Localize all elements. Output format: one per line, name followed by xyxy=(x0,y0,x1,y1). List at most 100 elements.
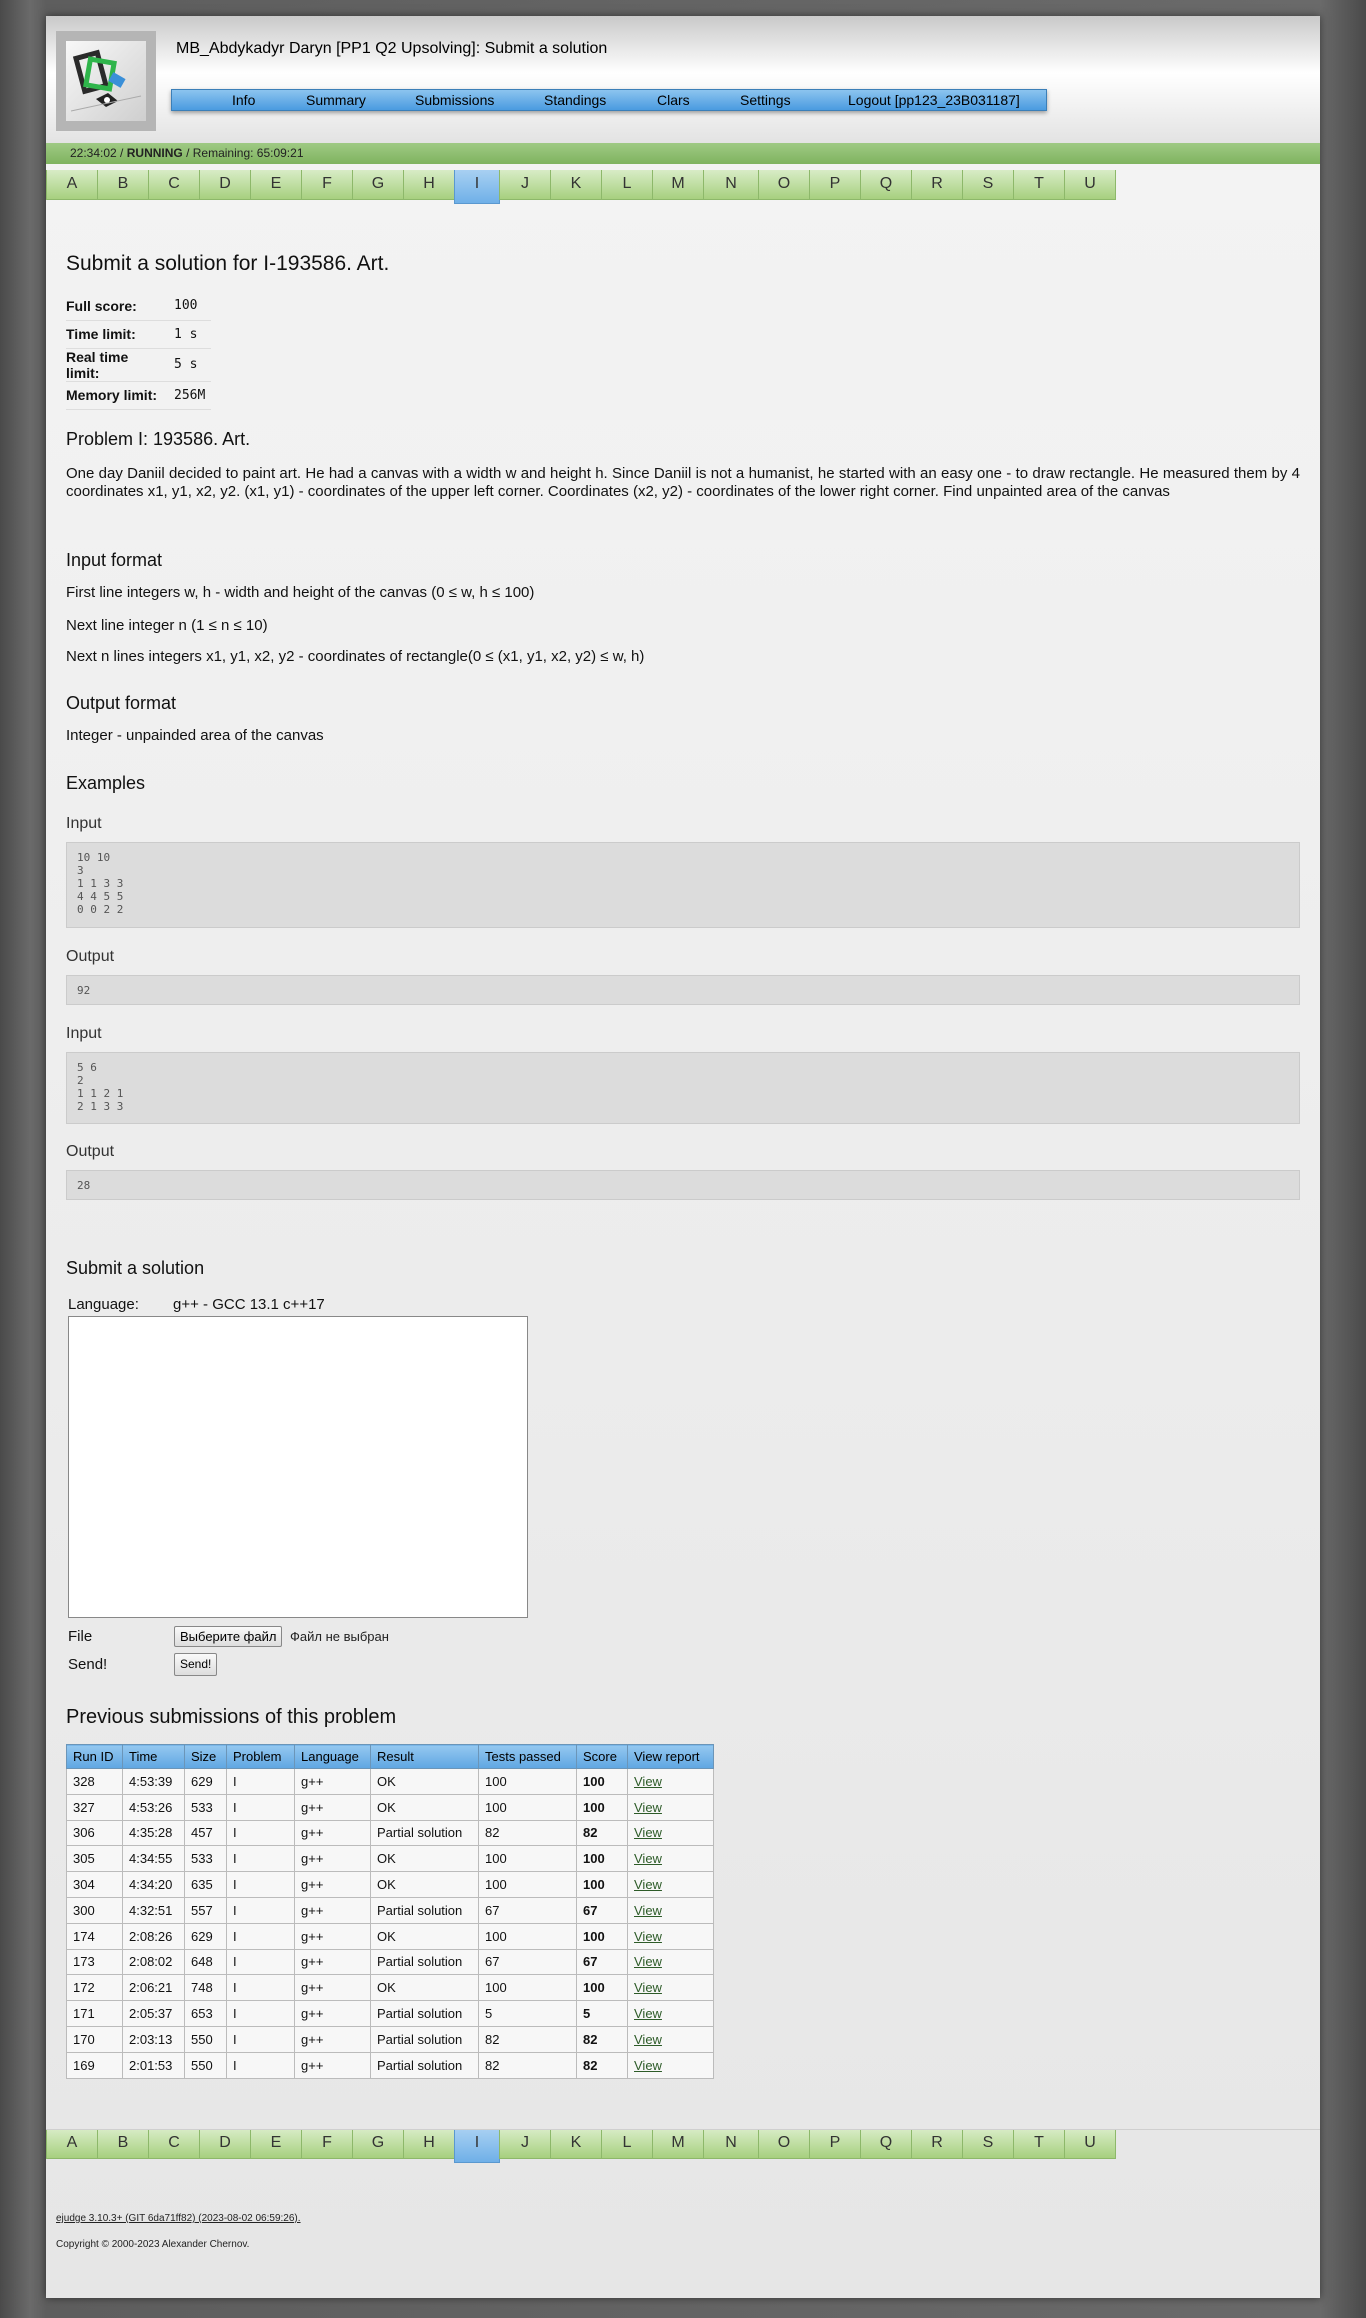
problem-tab-b[interactable]: B xyxy=(97,170,149,200)
problem-tab-e[interactable]: E xyxy=(250,170,302,200)
problem-tab-k[interactable]: K xyxy=(550,2129,602,2159)
cell-score: 82 xyxy=(576,2051,628,2079)
contest-state: RUNNING xyxy=(126,146,183,160)
problem-tab-h[interactable]: H xyxy=(403,170,455,200)
cell-problem: I xyxy=(226,1922,295,1950)
problem-tab-n[interactable]: N xyxy=(703,170,759,200)
problem-tab-f[interactable]: F xyxy=(301,2129,353,2159)
problem-tab-q[interactable]: Q xyxy=(860,2129,912,2159)
view-report-link[interactable]: View xyxy=(634,2006,662,2021)
menu-clars[interactable]: Clars xyxy=(657,92,690,108)
table-row: 172 2:06:21 748 Ig++ OK 100 100 View xyxy=(66,1974,714,2002)
problem-tab-s[interactable]: S xyxy=(962,2129,1014,2159)
problem-tab-j[interactable]: J xyxy=(499,2129,551,2159)
problem-tab-s[interactable]: S xyxy=(962,170,1014,200)
problem-tab-m[interactable]: M xyxy=(652,2129,704,2159)
problem-tab-a[interactable]: A xyxy=(46,2129,98,2159)
view-report-link[interactable]: View xyxy=(634,2058,662,2073)
problem-tab-q[interactable]: Q xyxy=(860,170,912,200)
problem-tab-t[interactable]: T xyxy=(1013,2129,1065,2159)
menu-summary[interactable]: Summary xyxy=(306,92,366,108)
view-report-link[interactable]: View xyxy=(634,1903,662,1918)
cell-tests-passed: 100 xyxy=(478,1871,577,1898)
problem-tab-r[interactable]: R xyxy=(911,170,963,200)
menu-submissions[interactable]: Submissions xyxy=(415,92,494,108)
examples-heading: Examples xyxy=(66,773,146,793)
send-button[interactable]: Send! xyxy=(174,1653,218,1676)
output-format-heading: Output format xyxy=(66,693,177,713)
menu-info[interactable]: Info xyxy=(232,92,255,108)
problem-tab-g[interactable]: G xyxy=(352,2129,404,2159)
problem-tab-p[interactable]: P xyxy=(809,170,861,200)
version-link[interactable]: ejudge 3.10.3+ (GIT 6da71ff82) (2023-08-… xyxy=(56,2213,301,2224)
problem-tabs-bottom: ABCDEFGHIJKLMNOPQRSTU xyxy=(46,2129,1320,2163)
cell-run-id: 174 xyxy=(66,1922,123,1950)
menu-settings[interactable]: Settings xyxy=(740,92,791,108)
view-report-link[interactable]: View xyxy=(634,1929,662,1944)
problem-tab-c[interactable]: C xyxy=(148,170,200,200)
example-output-label: Output xyxy=(66,1143,115,1160)
problem-tab-u[interactable]: U xyxy=(1064,170,1116,200)
problem-tab-i[interactable]: I xyxy=(454,170,500,204)
col-score: Score xyxy=(576,1744,628,1769)
cell-tests-passed: 100 xyxy=(478,1793,577,1821)
table-header-row: Run ID Time Size Problem Language Result… xyxy=(66,1744,714,1769)
view-report-link[interactable]: View xyxy=(634,2032,662,2047)
problem-tab-k[interactable]: K xyxy=(550,170,602,200)
cell-view-report: View xyxy=(627,1922,714,1950)
cell-problem: I xyxy=(226,1819,295,1847)
view-report-link[interactable]: View xyxy=(634,1980,662,1995)
problem-tab-g[interactable]: G xyxy=(352,170,404,200)
col-language: Language xyxy=(294,1744,371,1769)
cell-score: 5 xyxy=(576,2000,628,2027)
cell-run-id: 306 xyxy=(66,1819,123,1847)
problem-tab-o[interactable]: O xyxy=(758,2129,810,2159)
view-report-link[interactable]: View xyxy=(634,1877,662,1892)
problem-tab-c[interactable]: C xyxy=(148,2129,200,2159)
view-report-link[interactable]: View xyxy=(634,1954,662,1969)
menu-standings[interactable]: Standings xyxy=(544,92,606,108)
problem-tab-m[interactable]: M xyxy=(652,170,704,200)
problem-tab-t[interactable]: T xyxy=(1013,170,1065,200)
col-result: Result xyxy=(370,1744,479,1769)
view-report-link[interactable]: View xyxy=(634,1774,662,1789)
problem-tab-f[interactable]: F xyxy=(301,170,353,200)
problem-tab-r[interactable]: R xyxy=(911,2129,963,2159)
problem-tab-n[interactable]: N xyxy=(703,2129,759,2159)
col-tests-passed: Tests passed xyxy=(478,1744,577,1769)
problem-tab-d[interactable]: D xyxy=(199,2129,251,2159)
cell-tests-passed: 82 xyxy=(478,2025,577,2053)
choose-file-button[interactable]: Выберите файл xyxy=(174,1626,283,1647)
footer-divider xyxy=(46,2129,1320,2130)
problem-tab-h[interactable]: H xyxy=(403,2129,455,2159)
view-report-link[interactable]: View xyxy=(634,1825,662,1840)
problem-tab-b[interactable]: B xyxy=(97,2129,149,2159)
problem-tab-o[interactable]: O xyxy=(758,170,810,200)
problem-tab-d[interactable]: D xyxy=(199,170,251,200)
source-code-textarea[interactable] xyxy=(68,1316,528,1618)
menu-logout[interactable]: Logout [pp123_23B031187] xyxy=(848,92,1020,108)
view-report-link[interactable]: View xyxy=(634,1851,662,1866)
cell-time: 2:08:26 xyxy=(122,1922,185,1950)
ejudge-logo xyxy=(56,31,156,131)
cell-time: 4:35:28 xyxy=(122,1819,185,1847)
problem-tab-e[interactable]: E xyxy=(250,2129,302,2159)
cell-score: 100 xyxy=(576,1793,628,1821)
problem-tab-p[interactable]: P xyxy=(809,2129,861,2159)
submissions-table: Run ID Time Size Problem Language Result… xyxy=(66,1744,714,2079)
cell-size: 557 xyxy=(184,1896,227,1924)
cell-run-id: 328 xyxy=(66,1768,123,1795)
language-label: Language: xyxy=(68,1296,139,1313)
problem-tab-i[interactable]: I xyxy=(454,2129,500,2163)
view-report-link[interactable]: View xyxy=(634,1800,662,1815)
cell-time: 2:05:37 xyxy=(122,2000,185,2027)
problem-tab-j[interactable]: J xyxy=(499,170,551,200)
cell-language: g++ xyxy=(294,2051,371,2079)
problem-tab-l[interactable]: L xyxy=(601,2129,653,2159)
problem-tab-a[interactable]: A xyxy=(46,170,98,200)
cell-view-report: View xyxy=(627,1896,714,1924)
problem-tab-l[interactable]: L xyxy=(601,170,653,200)
cell-size: 550 xyxy=(184,2051,227,2079)
col-size: Size xyxy=(184,1744,227,1769)
problem-tab-u[interactable]: U xyxy=(1064,2129,1116,2159)
